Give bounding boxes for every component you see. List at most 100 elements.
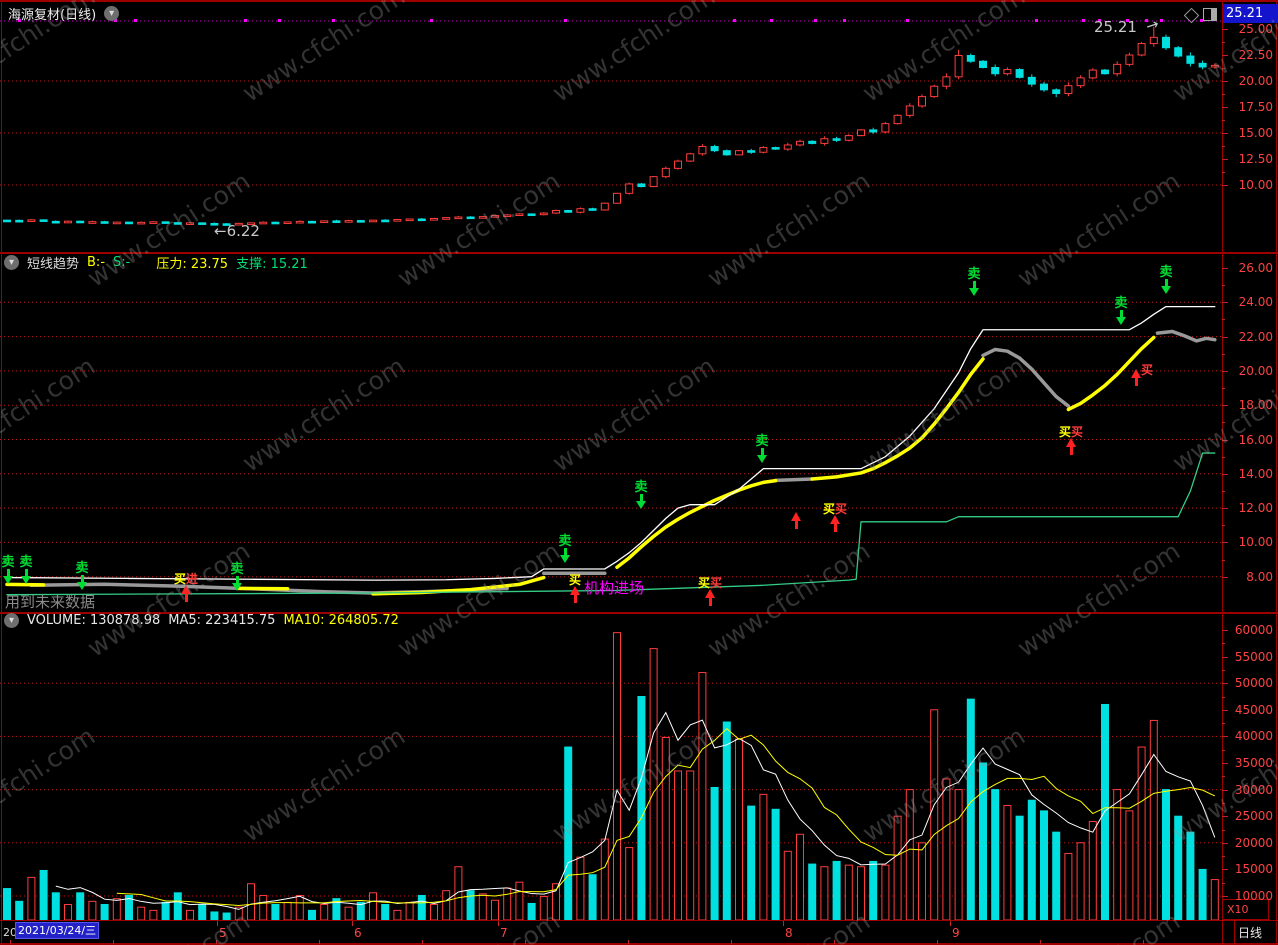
chevron-down-icon[interactable]: ▾ (4, 255, 19, 270)
candle (942, 76, 951, 87)
volume-bar (1186, 831, 1195, 920)
candle (759, 147, 768, 153)
volume-bar (893, 815, 902, 920)
volume-bar (1174, 815, 1183, 920)
candle (3, 219, 11, 223)
candle (198, 222, 207, 225)
indicator-line (1155, 329, 1217, 343)
candle (539, 212, 548, 216)
candle (1101, 69, 1109, 75)
candle (271, 221, 280, 225)
limit-up-dot (278, 19, 281, 22)
volume-bar (649, 648, 658, 920)
candle (308, 220, 316, 224)
volume-axis-label: 25000 (1234, 809, 1273, 824)
candlestick-plot[interactable] (0, 0, 1222, 250)
volume-bar (808, 863, 817, 920)
price-axis-label: 20.00 (1238, 74, 1273, 88)
volume-plot[interactable] (0, 614, 1222, 920)
candle (1076, 77, 1085, 87)
volume-bar (844, 864, 853, 920)
candle (710, 146, 719, 152)
volume-bar (1162, 789, 1170, 920)
candle (576, 208, 585, 213)
volume-bar (576, 856, 585, 920)
volume-bar (1137, 746, 1146, 920)
volume-bar (64, 904, 72, 920)
indicator-plot[interactable] (0, 254, 1222, 612)
candle (515, 213, 524, 217)
month-label: 6 (354, 926, 362, 940)
candle (832, 138, 841, 141)
candle (1174, 47, 1183, 57)
volume-bar (832, 860, 841, 920)
candle (613, 192, 621, 204)
chart-title-bar: 海源复材(日线) ▾ (8, 4, 120, 23)
price-axis-label: 17.50 (1238, 100, 1273, 114)
candle (1040, 83, 1048, 91)
volume-axis-label: 55000 (1234, 649, 1273, 664)
volume-bar (527, 902, 536, 920)
candle (405, 218, 414, 222)
candle (369, 219, 377, 223)
candle (893, 114, 902, 125)
chevron-down-icon[interactable]: ▾ (4, 613, 19, 628)
candle (1027, 76, 1036, 85)
volume-bar (259, 894, 268, 920)
candle (442, 217, 451, 220)
indicator-line (6, 305, 1216, 581)
volume-bar (320, 904, 329, 920)
candle (588, 208, 597, 211)
volume-axis-label: 15000 (1234, 862, 1273, 877)
volume-bar (417, 894, 426, 920)
volume-bar (112, 898, 121, 920)
candle (600, 202, 609, 211)
volume-bar (161, 901, 170, 920)
volume-bar (222, 912, 231, 920)
candle (1113, 63, 1122, 75)
chevron-down-icon[interactable]: ▾ (104, 6, 120, 21)
candle (808, 140, 817, 144)
indicator-axis-label: 12.00 (1238, 501, 1273, 516)
candle (1015, 69, 1024, 78)
indicator-line (773, 477, 814, 483)
volume-bar (344, 906, 353, 920)
candle (478, 216, 487, 219)
volume-bar (783, 850, 792, 920)
volume-bar (820, 866, 829, 920)
indicator-line (981, 347, 1071, 408)
limit-up-dot (1035, 19, 1038, 22)
candle (332, 220, 341, 223)
volume-bar (186, 909, 194, 920)
volume-bar (515, 881, 524, 920)
limit-up-dot (770, 19, 773, 22)
limit-up-dot (332, 19, 335, 22)
volume-bar (1125, 810, 1134, 920)
candle (930, 85, 939, 98)
candle (625, 183, 634, 194)
low-price-annotation: ←6.22 (214, 222, 260, 240)
indicator-name: 短线趋势 (27, 257, 80, 272)
candle (954, 55, 963, 78)
volume-bar (966, 698, 975, 920)
volume-bar (698, 672, 707, 920)
volume-bar (905, 789, 914, 920)
candle (966, 55, 975, 62)
period-label[interactable]: 日线 (1238, 924, 1262, 941)
indicator-axis-label: 26.00 (1238, 261, 1273, 275)
panel-layout-icon[interactable] (1203, 8, 1217, 21)
volume-bar (3, 888, 11, 920)
volume-bar (295, 894, 304, 920)
price-axis: 25.21 X10 日线 25.00 22.50 20.00 17.50 15.00 12… (1222, 0, 1278, 945)
volume-bar (991, 789, 1000, 920)
volume-bar (1027, 799, 1036, 920)
volume-bar (198, 904, 207, 920)
indicator-line (615, 478, 778, 570)
price-axis-label: 25.00 (1238, 22, 1273, 36)
indicator-axis-label: 16.00 (1238, 432, 1273, 447)
candle (1064, 85, 1073, 94)
price-axis-label: 12.50 (1238, 152, 1273, 166)
candle (88, 221, 97, 224)
candle (881, 123, 890, 133)
candle (503, 214, 512, 218)
